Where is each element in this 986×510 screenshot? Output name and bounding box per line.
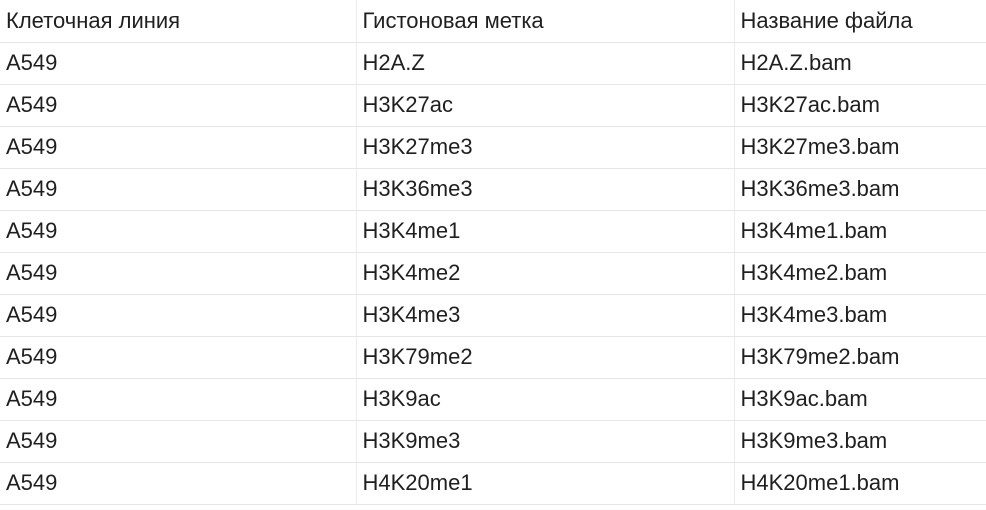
cell-file-name[interactable]: H3K27ac.bam xyxy=(733,84,986,127)
table-row: A549 H3K9me3 H3K9me3.bam xyxy=(0,420,986,463)
cell-file-name[interactable]: H3K9ac.bam xyxy=(733,378,986,421)
cell-cell-line[interactable]: A549 xyxy=(0,168,356,211)
cell-cell-line[interactable]: A549 xyxy=(0,126,356,169)
cell-file-name[interactable]: H2A.Z.bam xyxy=(733,42,986,85)
cell-file-name[interactable]: H3K79me2.bam xyxy=(733,336,986,379)
cell-file-name[interactable]: H3K4me3.bam xyxy=(733,294,986,337)
table-row: A549 H2A.Z H2A.Z.bam xyxy=(0,42,986,85)
cell-cell-line[interactable]: A549 xyxy=(0,378,356,421)
cell-histone-mark[interactable]: H3K9ac xyxy=(355,378,734,421)
table-row: A549 H3K4me1 H3K4me1.bam xyxy=(0,210,986,253)
table-row: A549 H4K20me1 H4K20me1.bam xyxy=(0,462,986,505)
header-row: Клеточная линия Гистоновая метка Названи… xyxy=(0,0,986,43)
table-row: A549 H3K79me2 H3K79me2.bam xyxy=(0,336,986,379)
cell-cell-line[interactable]: A549 xyxy=(0,336,356,379)
cell-histone-mark[interactable]: H3K27me3 xyxy=(355,126,734,169)
cell-histone-mark[interactable]: H4K20me1 xyxy=(355,462,734,505)
cell-histone-mark[interactable]: H3K9me3 xyxy=(355,420,734,463)
table-row: A549 H3K4me3 H3K4me3.bam xyxy=(0,294,986,337)
cell-histone-mark[interactable]: H2A.Z xyxy=(355,42,734,85)
header-cell-mark[interactable]: Гистоновая метка xyxy=(355,0,734,43)
cell-file-name[interactable]: H4K20me1.bam xyxy=(733,462,986,505)
table-header: Клеточная линия Гистоновая метка Названи… xyxy=(0,0,986,43)
cell-histone-mark[interactable]: H3K36me3 xyxy=(355,168,734,211)
cell-file-name[interactable]: H3K36me3.bam xyxy=(733,168,986,211)
header-cell-line[interactable]: Клеточная линия xyxy=(0,0,356,43)
data-table: Клеточная линия Гистоновая метка Названи… xyxy=(0,0,986,505)
table-row: A549 H3K36me3 H3K36me3.bam xyxy=(0,168,986,211)
cell-file-name[interactable]: H3K4me1.bam xyxy=(733,210,986,253)
table-row: A549 H3K9ac H3K9ac.bam xyxy=(0,378,986,421)
cell-cell-line[interactable]: A549 xyxy=(0,294,356,337)
cell-file-name[interactable]: H3K4me2.bam xyxy=(733,252,986,295)
cell-cell-line[interactable]: A549 xyxy=(0,210,356,253)
header-cell-file[interactable]: Название файла xyxy=(733,0,986,43)
cell-histone-mark[interactable]: H3K4me1 xyxy=(355,210,734,253)
table-row: A549 H3K4me2 H3K4me2.bam xyxy=(0,252,986,295)
cell-histone-mark[interactable]: H3K4me3 xyxy=(355,294,734,337)
cell-histone-mark[interactable]: H3K4me2 xyxy=(355,252,734,295)
cell-file-name[interactable]: H3K27me3.bam xyxy=(733,126,986,169)
spreadsheet-view: Клеточная линия Гистоновая метка Названи… xyxy=(0,0,986,510)
table-row: A549 H3K27me3 H3K27me3.bam xyxy=(0,126,986,169)
cell-cell-line[interactable]: A549 xyxy=(0,84,356,127)
cell-file-name[interactable]: H3K9me3.bam xyxy=(733,420,986,463)
cell-cell-line[interactable]: A549 xyxy=(0,462,356,505)
cell-cell-line[interactable]: A549 xyxy=(0,420,356,463)
cell-histone-mark[interactable]: H3K27ac xyxy=(355,84,734,127)
cell-cell-line[interactable]: A549 xyxy=(0,252,356,295)
cell-histone-mark[interactable]: H3K79me2 xyxy=(355,336,734,379)
cell-cell-line[interactable]: A549 xyxy=(0,42,356,85)
table-row: A549 H3K27ac H3K27ac.bam xyxy=(0,84,986,127)
table-body: A549 H2A.Z H2A.Z.bam A549 H3K27ac H3K27a… xyxy=(0,42,986,505)
